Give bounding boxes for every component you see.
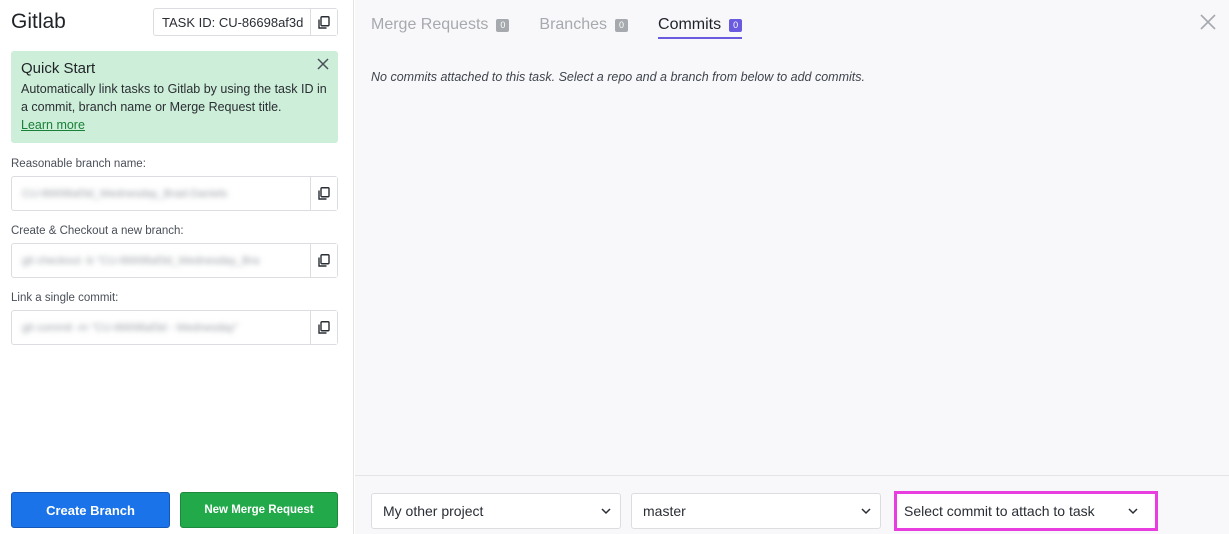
branch-name-label: Reasonable branch name: [11,158,146,170]
checkout-label: Create & Checkout a new branch: [11,225,184,237]
empty-commits-message: No commits attached to this task. Select… [371,70,865,84]
app-title: Gitlab [11,10,66,33]
commit-value: git commit -m "CU-86698af3d - Wednesday" [22,321,239,334]
copy-icon [318,187,330,200]
project-select-value: My other project [383,503,484,519]
tab-label: Merge Requests [371,16,489,33]
learn-more-link[interactable]: Learn more [21,116,328,134]
quick-start-panel: Quick Start Automatically link tasks to … [11,51,338,143]
branch-select-value: master [643,503,686,519]
copy-branch-name-button[interactable] [310,177,337,210]
create-branch-button[interactable]: Create Branch [11,492,170,528]
chevron-down-icon [601,508,611,515]
branch-name-value: CU-86698af3d_Wednesday_Brad-Daniels [22,187,228,200]
copy-commit-button[interactable] [310,311,337,344]
count-badge: 0 [615,18,629,32]
tab-merge-requests[interactable]: Merge Requests 0 [371,13,510,37]
gitlab-sidebar: Gitlab TASK ID: CU-86698af3d Quick Start… [0,0,354,534]
tab-label: Branches [539,16,607,33]
copy-icon [318,321,330,334]
close-icon[interactable] [316,57,330,71]
copy-task-id-button[interactable] [310,9,337,35]
project-select[interactable]: My other project [371,493,621,529]
new-merge-request-button[interactable]: New Merge Request [180,492,338,528]
count-badge: 0 [496,18,510,32]
commits-panel: Merge Requests 0 Branches 0 Commits 0 No… [355,0,1229,534]
commit-field: git commit -m "CU-86698af3d - Wednesday" [11,310,338,345]
close-icon[interactable] [1199,13,1217,31]
commit-selector-bar: My other project master Select commit to… [355,475,1229,534]
copy-icon [318,15,330,29]
chevron-down-icon [1128,508,1138,515]
tab-branches[interactable]: Branches 0 [539,13,629,37]
chevron-down-icon [861,508,871,515]
copy-checkout-button[interactable] [310,244,337,277]
count-badge: 0 [729,18,743,32]
checkout-field: git checkout -b "CU-86698af3d_Wednesday_… [11,243,338,278]
commit-select-value: Select commit to attach to task [904,503,1095,519]
copy-icon [318,254,330,267]
task-id-box: TASK ID: CU-86698af3d [153,8,338,36]
branch-name-field: CU-86698af3d_Wednesday_Brad-Daniels [11,176,338,211]
task-id-text: TASK ID: CU-86698af3d [162,14,304,30]
commit-label: Link a single commit: [11,292,119,304]
tab-label: Commits [658,16,722,33]
quick-start-title: Quick Start [21,60,96,77]
checkout-value: git checkout -b "CU-86698af3d_Wednesday_… [22,254,260,267]
tab-commits[interactable]: Commits 0 [658,13,743,39]
commit-select[interactable]: Select commit to attach to task [894,491,1158,531]
tab-bar: Merge Requests 0 Branches 0 Commits 0 [371,13,743,39]
branch-select[interactable]: master [631,493,881,529]
quick-start-body: Automatically link tasks to Gitlab by us… [21,82,327,114]
